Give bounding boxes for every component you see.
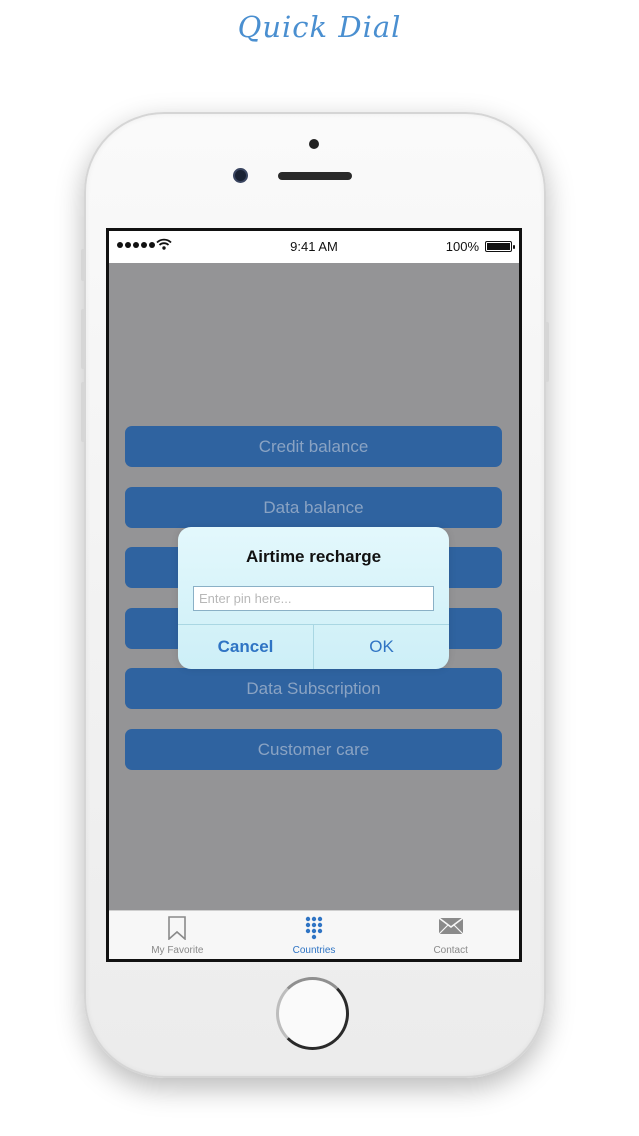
airtime-recharge-dialog: Airtime recharge Cancel OK [178,527,449,669]
keypad-icon [305,916,323,940]
pin-input[interactable] [193,586,434,611]
mute-switch [81,249,85,281]
battery-percent: 100% [445,239,479,254]
dialog-title: Airtime recharge [245,547,382,566]
tab-label: My Favorite [151,945,204,956]
battery-icon [485,241,515,252]
volume-down-button [81,382,85,442]
volume-up-button [81,309,85,369]
data-subscription-button[interactable]: Data Subscription [125,668,502,709]
proximity-sensor [309,139,319,149]
earpiece-speaker [278,172,352,180]
tab-label: Countries [292,945,336,956]
bookmark-icon [168,916,187,940]
tab-countries[interactable]: Countries [246,911,383,959]
envelope-icon [438,917,464,935]
front-camera [233,168,248,183]
credit-balance-button[interactable]: Credit balance [125,426,502,467]
status-bar: 9:41 AM 100% [109,231,519,263]
customer-care-button[interactable]: Customer care [125,729,502,770]
ok-button[interactable]: OK [314,625,449,669]
phone-screen: 9:41 AM 100% Credit balance Data balance… [106,228,522,962]
tab-label: Contact [433,945,468,956]
app-title: Quick Dial [237,10,402,44]
tab-bar: My Favorite Countries Contact [109,910,519,959]
home-button [276,977,349,1050]
cancel-button[interactable]: Cancel [178,625,313,669]
data-balance-button[interactable]: Data balance [125,487,502,528]
tab-contact[interactable]: Contact [382,911,519,959]
power-button [545,322,549,382]
tab-my-favorite[interactable]: My Favorite [109,911,246,959]
